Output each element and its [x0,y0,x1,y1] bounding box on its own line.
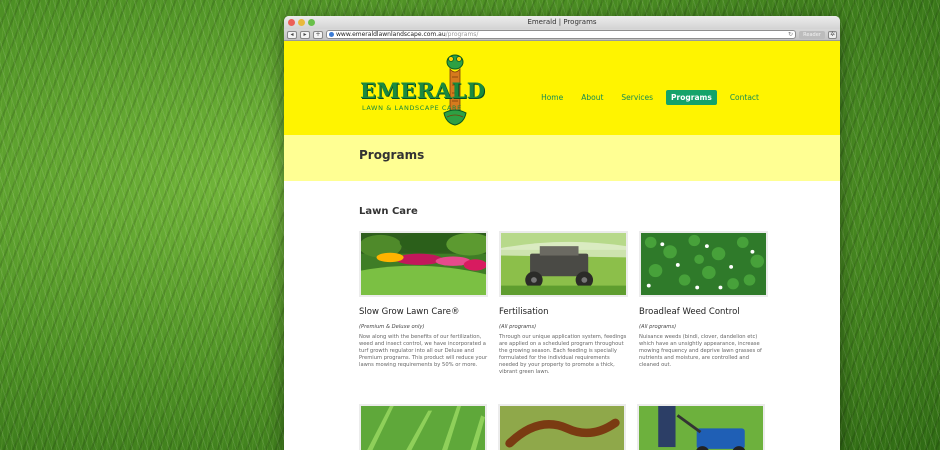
logo-wordmark: EMERALD [360,78,486,103]
add-tab-button[interactable]: + [313,30,323,39]
main-content: Lawn Care Slow Grow Lawn Care® (Premium … [284,181,840,450]
nav-programs[interactable]: Programs [666,90,717,105]
card-tag: (Premium & Deluxe only) [359,324,425,330]
reader-button[interactable]: Reader [799,30,825,39]
spreader-machine-photo[interactable] [499,231,628,297]
logo-tagline: LAWN & LANDSCAPE CARE [362,104,462,112]
caterpillar-photo[interactable] [498,404,626,450]
forward-button[interactable]: ▸ [300,30,310,39]
site-header: EMERALD LAWN & LANDSCAPE CARE Home About… [284,41,840,135]
title-bar: Emerald | Programs [284,16,840,29]
card-description: Now along with the benefits of our ferti… [359,334,488,368]
window-title: Emerald | Programs [527,18,597,26]
card-description: Nuisance weeds (bindi, clover, dandelion… [639,334,762,368]
program-cards-row-2 [359,404,765,450]
grass-blades-photo[interactable] [359,404,487,450]
window-controls [288,19,315,26]
lawn-mower-photo[interactable] [637,404,765,450]
url-host: www.emeraldlawnlandscape.com.au [336,31,446,38]
nav-services[interactable]: Services [616,90,658,105]
garden-lawn-photo[interactable] [359,231,488,297]
browser-window: Emerald | Programs ◂ ▸ + www.emeraldlawn… [284,16,840,450]
program-card-fertilisation: Fertilisation (All programs) Through our… [499,231,628,376]
card-description: Through our unique application system, f… [499,334,627,375]
nav-about[interactable]: About [576,90,608,105]
close-window-button[interactable] [288,19,295,26]
address-toolbar: ◂ ▸ + www.emeraldlawnlandscape.com.au/pr… [284,29,840,41]
card-tag: (All programs) [639,324,677,330]
site-globe-icon [329,32,334,37]
zoom-window-button[interactable] [308,19,315,26]
page-title-band: Programs [284,135,840,181]
site-logo[interactable]: EMERALD LAWN & LANDSCAPE CARE [360,53,485,129]
url-field[interactable]: www.emeraldlawnlandscape.com.au/programs… [326,30,796,39]
main-nav: Home About Services Programs Contact [536,90,764,105]
clover-photo[interactable] [639,231,768,297]
program-card-slow-grow: Slow Grow Lawn Care® (Premium & Deluxe o… [359,231,488,376]
back-button[interactable]: ◂ [287,30,297,39]
url-path: /programs/ [445,31,479,38]
program-cards: Slow Grow Lawn Care® (Premium & Deluxe o… [359,231,768,376]
gear-icon[interactable]: ✲ [828,30,837,39]
minimize-window-button[interactable] [298,19,305,26]
program-card-weed-control: Broadleaf Weed Control (All programs) Nu… [639,231,768,376]
card-title[interactable]: Slow Grow Lawn Care® [359,307,488,317]
page-title: Programs [359,148,425,162]
reload-icon[interactable]: ↻ [788,31,793,38]
card-title[interactable]: Fertilisation [499,307,628,317]
nav-contact[interactable]: Contact [725,90,764,105]
section-title: Lawn Care [359,206,418,217]
nav-home[interactable]: Home [536,90,568,105]
card-tag: (All programs) [499,324,537,330]
card-title[interactable]: Broadleaf Weed Control [639,307,768,317]
